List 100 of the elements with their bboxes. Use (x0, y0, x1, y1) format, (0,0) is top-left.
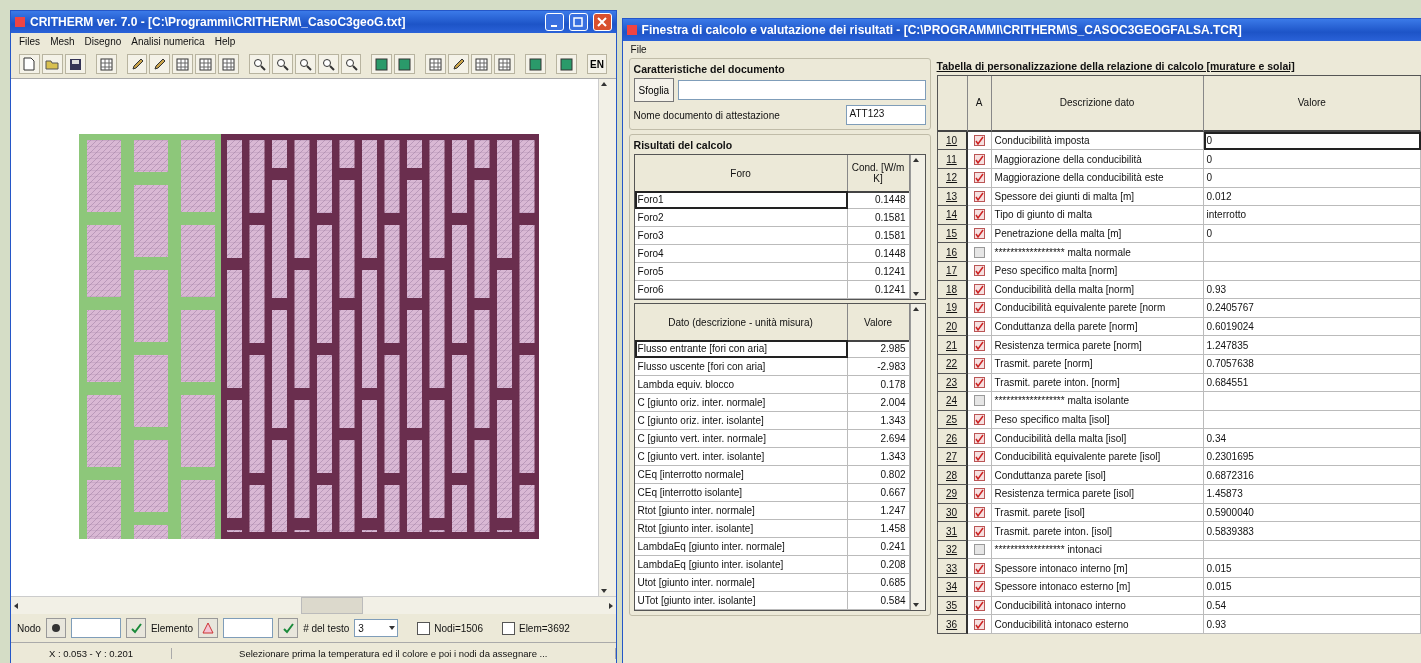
grid-icon (497, 57, 511, 71)
table-cell[interactable]: C [giunto oriz. inter. isolante] (634, 412, 848, 430)
node-field[interactable] (70, 618, 121, 638)
table-cell[interactable]: UTot [giunto inter. isolante] (634, 592, 848, 610)
table-cell: Maggiorazione della conducibilità (991, 150, 1204, 169)
menu-item[interactable]: Help (214, 36, 236, 47)
column-header[interactable]: Valore (847, 304, 910, 342)
scroll-thumb[interactable] (301, 597, 363, 614)
table-cell[interactable]: 0.7057638 (1203, 354, 1421, 374)
toolbar-button[interactable] (126, 54, 148, 74)
table-cell[interactable]: Lambda equiv. blocco (634, 376, 848, 394)
file-path-field[interactable] (678, 80, 926, 100)
table-cell[interactable]: 0.54 (1203, 596, 1421, 616)
table-cell[interactable]: Foro1 (634, 191, 848, 209)
toolbar-button[interactable] (555, 54, 577, 74)
column-header[interactable]: A (967, 76, 992, 132)
column-header[interactable]: Cond. [W/m K] (847, 155, 910, 193)
toolbar-button[interactable] (64, 54, 86, 74)
language-button[interactable]: EN (586, 54, 608, 74)
table-cell[interactable]: Foro4 (634, 245, 848, 263)
table-cell[interactable] (1203, 261, 1421, 281)
table-cell[interactable]: interrotto (1203, 206, 1421, 225)
table-cell[interactable] (1203, 392, 1421, 411)
checkbox[interactable]: Nodi=1506 (417, 621, 483, 635)
toolbar-button[interactable] (149, 54, 171, 74)
table-cell[interactable]: CEq [interrotto isolante] (634, 484, 848, 502)
confirm-icon[interactable] (125, 618, 146, 638)
column-header[interactable]: Foro (634, 155, 848, 193)
toolbar-button[interactable] (249, 54, 270, 74)
confirm-icon[interactable] (278, 618, 299, 638)
menu-item[interactable]: Mesh (50, 36, 75, 47)
table-cell[interactable]: Flusso uscente [fori con aria] (634, 358, 848, 376)
table-cell[interactable]: 0 (1203, 224, 1421, 244)
close-button[interactable] (592, 13, 612, 31)
table-cell[interactable]: 0.015 (1203, 578, 1421, 597)
row-number: 27 (937, 447, 968, 467)
toolbar-button[interactable] (271, 54, 293, 74)
element-field[interactable] (223, 618, 274, 638)
table-cell[interactable] (1203, 410, 1421, 430)
menu-item[interactable]: Files (19, 36, 41, 47)
table-cell[interactable]: Foro5 (634, 263, 848, 281)
horizontal-scrollbar[interactable] (11, 596, 616, 614)
checkbox[interactable]: Elem=3692 (501, 621, 570, 635)
toolbar-button[interactable] (371, 54, 393, 74)
column-header[interactable]: Valore (1203, 76, 1421, 132)
node-icon[interactable] (45, 618, 66, 638)
blank-item-icon (973, 544, 985, 556)
toolbar-button[interactable] (448, 54, 470, 74)
table-cell[interactable]: 0.2405767 (1203, 299, 1421, 318)
table-cell[interactable]: 0 (1203, 131, 1421, 151)
save-icon (68, 57, 82, 71)
column-header[interactable]: Descrizione dato (991, 76, 1204, 132)
document-name-field[interactable]: ATT123 (845, 105, 926, 125)
table-cell[interactable]: 1.45873 (1203, 485, 1421, 504)
table-cell[interactable]: Rtot [giunto inter. isolante] (634, 520, 848, 538)
browse-button[interactable]: Sfoglia (633, 78, 675, 102)
table-cell[interactable]: 0.6872316 (1203, 466, 1421, 486)
maximize-button[interactable] (568, 13, 588, 31)
table-cell[interactable]: 1.247835 (1203, 336, 1421, 355)
menu-item[interactable]: File (630, 44, 647, 55)
table-cell[interactable]: 0 (1203, 168, 1421, 188)
table-cell[interactable]: Foro6 (634, 281, 848, 299)
table-cell[interactable]: 0.015 (1203, 559, 1421, 579)
table-cell[interactable]: LambdaEq [giunto inter. normale] (634, 538, 848, 556)
table-cell[interactable]: 0.684551 (1203, 373, 1421, 393)
toolbar-button[interactable] (394, 54, 416, 74)
table-cell[interactable]: 0.5900040 (1203, 503, 1421, 523)
table-cell[interactable]: 0.93 (1203, 280, 1421, 300)
table-cell[interactable]: 0.6019024 (1203, 317, 1421, 337)
toolbar-button[interactable] (294, 54, 316, 74)
toolbar-button[interactable] (524, 54, 546, 74)
table-cell[interactable] (1203, 540, 1421, 560)
table-cell[interactable]: Foro3 (634, 227, 848, 245)
toolbar-button[interactable] (317, 54, 339, 74)
grid-icon (99, 57, 113, 71)
table-cell[interactable]: 0 (1203, 150, 1421, 169)
table-cell[interactable]: C [giunto vert. inter. isolante] (634, 448, 848, 466)
table-cell[interactable]: Utot [giunto inter. normale] (634, 574, 848, 592)
text-size-select[interactable]: 3 (354, 619, 399, 637)
menu-item[interactable]: Analisi numerica (131, 36, 205, 47)
toolbar-button[interactable] (340, 54, 362, 74)
table-cell[interactable]: LambdaEq [giunto inter. isolante] (634, 556, 848, 574)
table-cell[interactable]: C [giunto vert. inter. normale] (634, 430, 848, 448)
pencil-icon (153, 57, 167, 71)
menu-item[interactable]: Disegno (84, 36, 122, 47)
table-cell[interactable]: 0.5839383 (1203, 522, 1421, 541)
table-cell[interactable]: 0.012 (1203, 187, 1421, 207)
table-cell[interactable]: Rtot [giunto inter. normale] (634, 502, 848, 520)
minimize-button[interactable] (544, 13, 564, 31)
column-header[interactable]: Dato (descrizione - unità misura) (634, 304, 848, 342)
table-cell[interactable]: 0.34 (1203, 429, 1421, 448)
table-cell: 0.1241 (847, 281, 910, 299)
table-cell[interactable]: Foro2 (634, 209, 848, 227)
table-cell[interactable] (1203, 243, 1421, 262)
table-cell[interactable]: CEq [interrotto normale] (634, 466, 848, 484)
app-icon (15, 17, 25, 27)
table-cell[interactable]: 0.93 (1203, 615, 1421, 634)
table-cell[interactable]: C [giunto oriz. inter. normale] (634, 394, 848, 412)
table-cell[interactable]: Flusso entrante [fori con aria] (634, 340, 848, 358)
table-cell[interactable]: 0.2301695 (1203, 447, 1421, 467)
